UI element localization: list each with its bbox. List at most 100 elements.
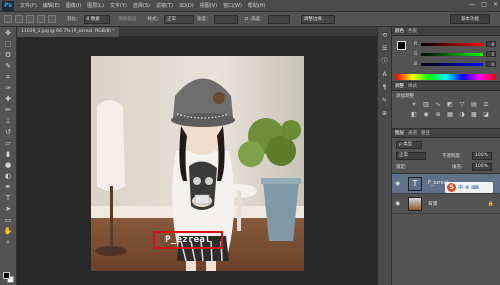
move-tool-icon[interactable]: ✥ bbox=[3, 29, 13, 38]
antialias-checkbox[interactable]: 消除锯齿 bbox=[119, 16, 137, 22]
tab-channels[interactable]: 通道 bbox=[408, 130, 417, 136]
color-balance-icon[interactable]: ⚖ bbox=[482, 101, 490, 109]
subtract-selection-icon[interactable] bbox=[37, 15, 45, 23]
fill-label: 填充: bbox=[452, 165, 463, 170]
new-selection-icon[interactable] bbox=[15, 15, 23, 23]
levels-icon[interactable]: ▥ bbox=[422, 101, 430, 109]
marquee-tool-icon[interactable]: ⬚ bbox=[3, 40, 13, 49]
menu-filter[interactable]: 滤镜(T) bbox=[153, 2, 176, 9]
blue-slider[interactable] bbox=[421, 62, 483, 66]
crop-tool-icon[interactable]: ⌗ bbox=[3, 73, 13, 82]
clone-source-icon[interactable]: ⊕ bbox=[380, 109, 389, 118]
dodge-tool-icon[interactable]: ◐ bbox=[3, 172, 13, 181]
watermark-text-box[interactable]: P_ezreal bbox=[153, 231, 223, 249]
blue-value-input[interactable]: 0 bbox=[486, 61, 496, 67]
brightness-icon[interactable]: ☀ bbox=[410, 101, 418, 109]
exposure-icon[interactable]: ◩ bbox=[446, 101, 454, 109]
path-select-icon[interactable]: ➤ bbox=[3, 205, 13, 214]
red-slider[interactable] bbox=[421, 42, 483, 46]
history-icon[interactable]: ⟲ bbox=[380, 31, 389, 40]
intersect-selection-icon[interactable] bbox=[48, 15, 56, 23]
posterize-icon[interactable]: ▩ bbox=[470, 111, 478, 119]
type-tool-icon[interactable]: T bbox=[3, 194, 13, 203]
refine-edge-button[interactable]: 调整边缘... bbox=[300, 14, 335, 24]
tab-paths[interactable]: 路径 bbox=[421, 130, 430, 136]
foreground-color-chip[interactable] bbox=[397, 41, 406, 50]
height-input[interactable] bbox=[267, 14, 290, 24]
document-tab[interactable]: 11029_1.jpg @ 66.7% (P_ezreal, RGB/8) * bbox=[17, 27, 119, 37]
red-value-input[interactable]: 0 bbox=[486, 41, 496, 47]
lasso-tool-icon[interactable]: ʘ bbox=[3, 51, 13, 60]
color-lookup-icon[interactable]: ▦ bbox=[446, 111, 454, 119]
history-brush-icon[interactable]: ↺ bbox=[3, 128, 13, 137]
opacity-input[interactable]: 100% bbox=[472, 152, 492, 160]
ime-keyboard-icon[interactable]: ⌨ bbox=[472, 185, 479, 191]
channel-mixer-icon[interactable]: ⊕ bbox=[434, 111, 442, 119]
layer-row-background[interactable]: ◉ 背景 🔒 bbox=[392, 194, 500, 214]
quick-select-tool-icon[interactable]: ✎ bbox=[3, 62, 13, 71]
menu-select[interactable]: 选择(S) bbox=[130, 2, 153, 9]
properties-icon[interactable]: ☰ bbox=[380, 44, 389, 53]
width-input[interactable] bbox=[213, 14, 238, 24]
blur-tool-icon[interactable]: ● bbox=[3, 161, 13, 170]
tab-layers[interactable]: 图层 bbox=[395, 130, 404, 136]
tab-adjustments[interactable]: 调整 bbox=[395, 83, 404, 89]
vibrance-icon[interactable]: ▽ bbox=[458, 101, 466, 109]
tab-styles[interactable]: 样式 bbox=[408, 83, 417, 89]
menu-view[interactable]: 视图(V) bbox=[197, 2, 220, 9]
ime-toolbar[interactable]: S 中 ⚙ ⌨ bbox=[445, 182, 493, 193]
menu-edit[interactable]: 编辑(E) bbox=[40, 2, 63, 9]
brush-panel-icon[interactable]: ✎ bbox=[380, 96, 389, 105]
menu-help[interactable]: 帮助(H) bbox=[245, 2, 269, 9]
zoom-tool-icon[interactable]: ⌕ bbox=[3, 238, 13, 247]
menu-window[interactable]: 窗口(W) bbox=[220, 2, 245, 9]
feather-input[interactable]: 0 像素 bbox=[83, 14, 110, 24]
canvas-area[interactable]: P_ezreal bbox=[17, 37, 377, 285]
eraser-tool-icon[interactable]: ▱ bbox=[3, 139, 13, 148]
foreground-color-swatch[interactable] bbox=[3, 272, 10, 279]
maximize-icon[interactable]: □ bbox=[481, 1, 487, 8]
menu-3d[interactable]: 3D(D) bbox=[176, 3, 197, 9]
style-select[interactable]: 正常 bbox=[164, 14, 194, 24]
minimize-icon[interactable]: — bbox=[469, 1, 475, 8]
ime-mode-label[interactable]: 中 bbox=[458, 184, 463, 191]
menu-file[interactable]: 文件(F) bbox=[17, 2, 40, 9]
clone-stamp-icon[interactable]: ⊥ bbox=[3, 117, 13, 126]
curves-icon[interactable]: ∿ bbox=[434, 101, 442, 109]
eyedropper-tool-icon[interactable]: ✑ bbox=[3, 84, 13, 93]
green-slider[interactable] bbox=[421, 52, 483, 56]
menu-image[interactable]: 图像(I) bbox=[63, 2, 84, 9]
layer-kind-filter[interactable]: ρ 类型 bbox=[396, 141, 422, 149]
hand-tool-icon[interactable]: ✋ bbox=[3, 227, 13, 236]
swap-icon[interactable]: ⇄ bbox=[245, 17, 249, 22]
shape-tool-icon[interactable]: ▭ bbox=[3, 216, 13, 225]
invert-icon[interactable]: ◑ bbox=[458, 111, 466, 119]
gradient-tool-icon[interactable]: ▮ bbox=[3, 150, 13, 159]
marquee-tool-icon[interactable] bbox=[4, 15, 12, 23]
menu-bar: Ps 文件(F) 编辑(E) 图像(I) 图层(L) 文字(Y) 选择(S) 滤… bbox=[0, 0, 500, 12]
black-white-icon[interactable]: ◧ bbox=[410, 111, 418, 119]
fill-input[interactable]: 100% bbox=[472, 163, 492, 171]
visibility-eye-icon[interactable]: ◉ bbox=[395, 200, 402, 207]
menu-layer[interactable]: 图层(L) bbox=[84, 2, 107, 9]
menu-type[interactable]: 文字(Y) bbox=[107, 2, 130, 9]
photo-filter-icon[interactable]: ◉ bbox=[422, 111, 430, 119]
ime-settings-icon[interactable]: ⚙ bbox=[465, 185, 469, 191]
workspace-select[interactable]: 基本功能 bbox=[450, 14, 490, 24]
healing-brush-icon[interactable]: ✚ bbox=[3, 95, 13, 104]
green-value-input[interactable]: 0 bbox=[486, 51, 496, 57]
tab-swatches[interactable]: 色板 bbox=[408, 28, 417, 34]
info-icon[interactable]: ⓘ bbox=[380, 57, 389, 66]
threshold-icon[interactable]: ◪ bbox=[482, 111, 490, 119]
add-selection-icon[interactable] bbox=[26, 15, 34, 23]
brush-tool-icon[interactable]: ✏ bbox=[3, 106, 13, 115]
pen-tool-icon[interactable]: ✒ bbox=[3, 183, 13, 192]
close-icon[interactable]: ✕ bbox=[493, 1, 498, 8]
character-icon[interactable]: A bbox=[380, 70, 389, 79]
blend-mode-select[interactable]: 正常 bbox=[396, 152, 426, 160]
color-spectrum-bar[interactable] bbox=[396, 74, 496, 80]
hue-saturation-icon[interactable]: ▤ bbox=[470, 101, 478, 109]
visibility-eye-icon[interactable]: ◉ bbox=[395, 180, 402, 187]
paragraph-icon[interactable]: ¶ bbox=[380, 83, 389, 92]
tab-color[interactable]: 颜色 bbox=[395, 28, 404, 34]
